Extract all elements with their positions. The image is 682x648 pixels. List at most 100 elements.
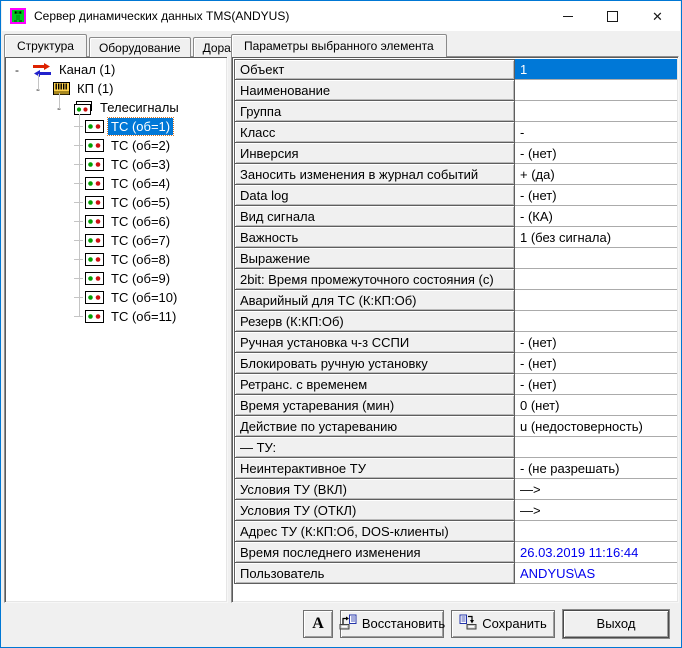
property-value[interactable]: u (недостоверность): [515, 416, 677, 437]
property-row: 2bit: Время промежуточного состояния (с): [234, 269, 677, 290]
property-value[interactable]: - (нет): [515, 185, 677, 206]
property-label[interactable]: Инверсия: [234, 143, 515, 164]
property-value[interactable]: [515, 269, 677, 290]
tree-item[interactable]: ТС (об=11): [5, 307, 227, 326]
property-label[interactable]: Группа: [234, 101, 515, 122]
tree-item-label[interactable]: ТС (об=6): [108, 213, 173, 230]
property-value[interactable]: - (не разрешать): [515, 458, 677, 479]
tree-item-label[interactable]: ТС (об=5): [108, 194, 173, 211]
tree-item-label[interactable]: Телесигналы: [97, 99, 182, 116]
tree-item-label[interactable]: ТС (об=1): [108, 118, 173, 135]
tree-item[interactable]: ТС (об=6): [5, 212, 227, 231]
tree-collapse-icon[interactable]: -: [11, 65, 23, 75]
tree-item[interactable]: ТС (об=10): [5, 288, 227, 307]
property-value[interactable]: - (нет): [515, 332, 677, 353]
tree-item-label[interactable]: ТС (об=3): [108, 156, 173, 173]
property-label[interactable]: Заносить изменения в журнал событий: [234, 164, 515, 185]
property-value[interactable]: 1 (без сигнала): [515, 227, 677, 248]
telesignals-icon: [74, 101, 93, 115]
property-value[interactable]: - (нет): [515, 143, 677, 164]
property-value[interactable]: 0 (нет): [515, 395, 677, 416]
restore-doc-icon: [339, 614, 357, 633]
property-value[interactable]: [515, 311, 677, 332]
property-label[interactable]: Наименование: [234, 80, 515, 101]
property-value[interactable]: -: [515, 122, 677, 143]
property-value[interactable]: —>: [515, 479, 677, 500]
property-value[interactable]: - (нет): [515, 353, 677, 374]
property-label[interactable]: Класс: [234, 122, 515, 143]
tree-item[interactable]: ТС (об=9): [5, 269, 227, 288]
property-row: Резерв (К:КП:Об): [234, 311, 677, 332]
property-value[interactable]: 1: [515, 59, 677, 80]
property-row: Условия ТУ (ВКЛ)—>: [234, 479, 677, 500]
channel-icon: [32, 62, 52, 77]
tree-item-label[interactable]: ТС (об=4): [108, 175, 173, 192]
property-label[interactable]: Выражение: [234, 248, 515, 269]
property-value[interactable]: [515, 248, 677, 269]
property-value[interactable]: [515, 437, 677, 458]
property-value[interactable]: [515, 290, 677, 311]
property-label[interactable]: Важность: [234, 227, 515, 248]
property-label[interactable]: Условия ТУ (ВКЛ): [234, 479, 515, 500]
tab-selected-element-params[interactable]: Параметры выбранного элемента: [231, 34, 447, 57]
tree-item[interactable]: ТС (об=4): [5, 174, 227, 193]
property-label[interactable]: Аварийный для ТС (К:КП:Об): [234, 290, 515, 311]
tree-item[interactable]: ТС (об=8): [5, 250, 227, 269]
tree-item-label[interactable]: ТС (об=9): [108, 270, 173, 287]
close-button[interactable]: ✕: [635, 1, 680, 31]
property-label[interactable]: Время устаревания (мин): [234, 395, 515, 416]
tree-item-label[interactable]: ТС (об=10): [108, 289, 180, 306]
property-value[interactable]: [515, 521, 677, 542]
tree-item[interactable]: ТС (об=1): [5, 117, 227, 136]
property-label[interactable]: Ретранс. с временем: [234, 374, 515, 395]
tree-item-label[interactable]: ТС (об=7): [108, 232, 173, 249]
property-value[interactable]: + (да): [515, 164, 677, 185]
tree-item[interactable]: ТС (об=5): [5, 193, 227, 212]
restore-button[interactable]: Восстановить: [340, 610, 444, 638]
maximize-button[interactable]: [590, 1, 635, 31]
tree-item-label[interactable]: ТС (об=2): [108, 137, 173, 154]
property-label[interactable]: — ТУ:: [234, 437, 515, 458]
tab-structure[interactable]: Структура: [4, 34, 87, 57]
property-row: Класс-: [234, 122, 677, 143]
property-label[interactable]: Блокировать ручную установку: [234, 353, 515, 374]
tree-item[interactable]: ТС (об=2): [5, 136, 227, 155]
tree-item[interactable]: ТС (об=3): [5, 155, 227, 174]
property-value[interactable]: ANDYUS\AS: [515, 563, 677, 584]
property-value[interactable]: [515, 101, 677, 122]
property-label[interactable]: Резерв (К:КП:Об): [234, 311, 515, 332]
tab-equipment[interactable]: Оборудование: [89, 37, 191, 57]
property-label[interactable]: Время последнего изменения: [234, 542, 515, 563]
property-label[interactable]: Неинтерактивное ТУ: [234, 458, 515, 479]
property-label[interactable]: Ручная установка ч-з ССПИ: [234, 332, 515, 353]
property-label[interactable]: Адрес ТУ (К:КП:Об, DOS-клиенты): [234, 521, 515, 542]
save-button[interactable]: Сохранить: [451, 610, 555, 638]
property-label[interactable]: Data log: [234, 185, 515, 206]
exit-button[interactable]: Выход: [563, 610, 669, 638]
property-label[interactable]: Действие по устареванию: [234, 416, 515, 437]
property-label[interactable]: Объект: [234, 59, 515, 80]
property-label[interactable]: 2bit: Время промежуточного состояния (с): [234, 269, 515, 290]
property-value[interactable]: 26.03.2019 11:16:44: [515, 542, 677, 563]
property-value[interactable]: - (КА): [515, 206, 677, 227]
tree-item[interactable]: -Телесигналы: [5, 98, 227, 117]
property-label[interactable]: Условия ТУ (ОТКЛ): [234, 500, 515, 521]
tree-item-label[interactable]: КП (1): [74, 80, 116, 97]
tree-item-label[interactable]: Канал (1): [56, 61, 118, 78]
tree-item-label[interactable]: ТС (об=11): [108, 308, 179, 325]
property-label[interactable]: Вид сигнала: [234, 206, 515, 227]
font-button[interactable]: A: [303, 610, 333, 638]
property-value[interactable]: [515, 80, 677, 101]
app-icon: [10, 8, 26, 24]
tree-connector-line: [79, 114, 80, 317]
property-row: Вид сигнала- (КА): [234, 206, 677, 227]
property-value[interactable]: - (нет): [515, 374, 677, 395]
property-row: Ретранс. с временем- (нет): [234, 374, 677, 395]
structure-tree-panel: -Канал (1)-КП (1)-ТелесигналыТС (об=1)ТС…: [4, 56, 228, 603]
minimize-button[interactable]: [545, 1, 590, 31]
tree-item-label[interactable]: ТС (об=8): [108, 251, 173, 268]
property-label[interactable]: Пользователь: [234, 563, 515, 584]
property-value[interactable]: —>: [515, 500, 677, 521]
tc-icon: [85, 139, 104, 152]
tree-item[interactable]: ТС (об=7): [5, 231, 227, 250]
